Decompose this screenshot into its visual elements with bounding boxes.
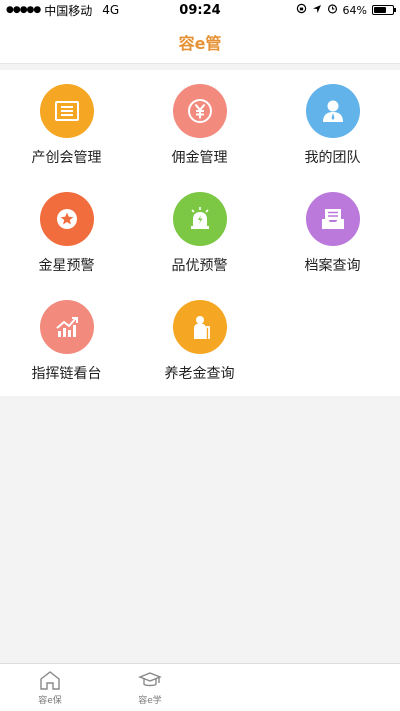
grid-item-archive-query[interactable]: 档案查询 (266, 180, 399, 280)
grid-item-my-team[interactable]: 我的团队 (266, 72, 399, 172)
elderly-person-icon (172, 300, 227, 354)
page-title: 容e管 (178, 33, 222, 53)
archive-inbox-icon (305, 192, 360, 246)
grid-item-label: 佣金管理 (171, 150, 228, 166)
tab-rong-e-bao[interactable]: 容e保 (0, 664, 100, 711)
grid-item-label: 指挥链看台 (31, 366, 102, 382)
graduation-cap-icon (138, 672, 162, 687)
battery-fill (374, 7, 386, 13)
grid-item-label: 品优预警 (171, 258, 228, 274)
alarm-light-icon (172, 192, 227, 246)
tab-rong-e-xue[interactable]: 容e学 (100, 664, 200, 711)
grid-item-label: 档案查询 (304, 258, 361, 274)
certificate-icon (39, 84, 94, 138)
grid-item-label: 产创会管理 (31, 150, 102, 166)
nav-bar: 容e管 (0, 20, 400, 64)
grid-item-gold-star-alert[interactable]: 金星预警 (0, 180, 133, 280)
yen-coin-icon (172, 84, 227, 138)
star-badge-icon (39, 192, 94, 246)
grid-item-label: 养老金查询 (164, 366, 235, 382)
team-user-icon (305, 84, 360, 138)
grid-item-product-meeting[interactable]: 产创会管理 (0, 72, 133, 172)
home-icon (40, 671, 60, 690)
grid-item-label: 我的团队 (304, 150, 361, 166)
grid-item-pension-query[interactable]: 养老金查询 (133, 288, 266, 388)
status-time: 09:24 (179, 3, 221, 18)
function-grid: 产创会管理 佣金管理 我的团队 金星预警 品优预警 档案查询 指挥链看台 养老金… (0, 70, 400, 396)
grid-item-commission[interactable]: 佣金管理 (133, 72, 266, 172)
grid-item-command-chain[interactable]: 指挥链看台 (0, 288, 133, 388)
grid-item-quality-alert[interactable]: 品优预警 (133, 180, 266, 280)
battery-icon (372, 5, 396, 15)
tab-label: 容e学 (138, 696, 162, 706)
grid-item-label: 金星预警 (38, 258, 95, 274)
status-bar: ●●●●● 中国移动 4G 09:24 64% (0, 0, 400, 20)
tab-label: 容e保 (38, 696, 62, 706)
trend-chart-icon (39, 300, 94, 354)
bottom-tab-bar: 容e保 容e学 (0, 663, 400, 711)
